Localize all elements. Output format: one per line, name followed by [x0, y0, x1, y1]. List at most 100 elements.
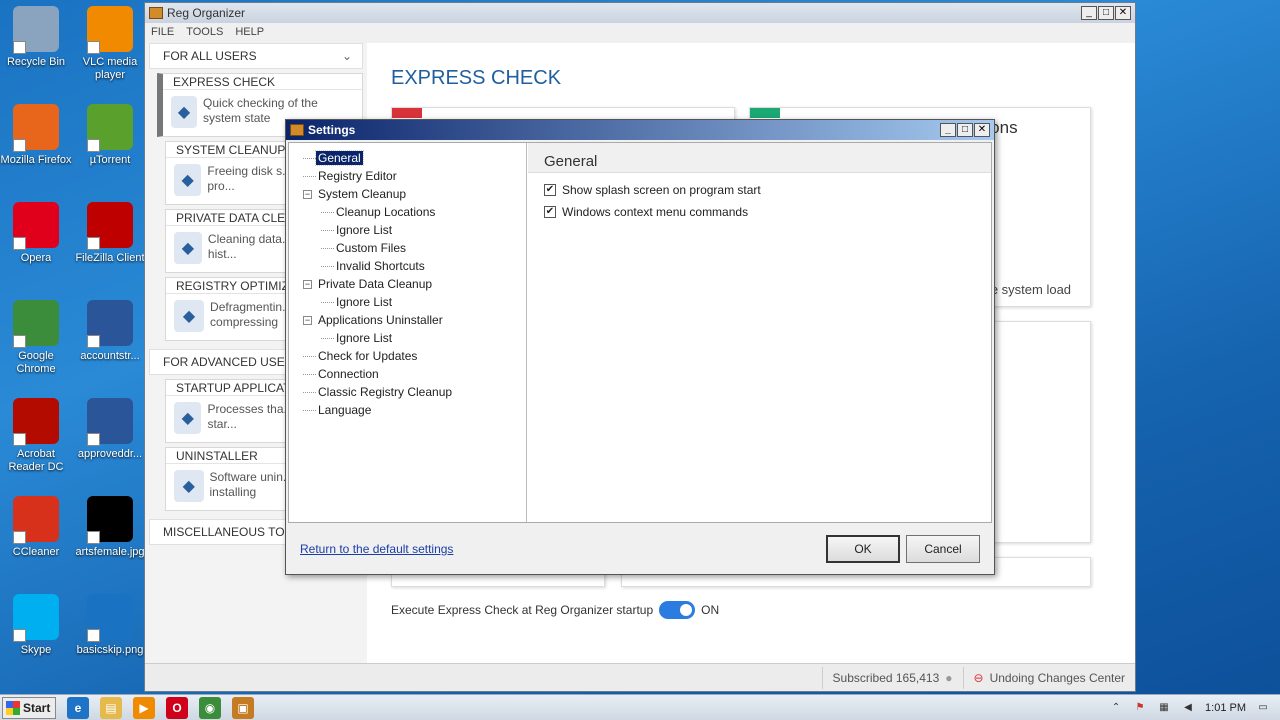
tree-item[interactable]: Ignore List [303, 293, 526, 311]
desktop-icon[interactable]: basicskip.png [74, 594, 146, 657]
tree-item-label: Custom Files [336, 241, 407, 255]
desktop-icon[interactable]: Opera [0, 202, 72, 265]
desktop-icon[interactable]: CCleaner [0, 496, 72, 559]
desktop-icon[interactable]: approveddr... [74, 398, 146, 461]
menu-help[interactable]: HELP [235, 26, 264, 38]
dialog-minimize-button[interactable]: _ [940, 123, 956, 137]
tree-item[interactable]: − System Cleanup [303, 185, 526, 203]
reset-defaults-link[interactable]: Return to the default settings [300, 542, 453, 556]
tree-collapse-icon[interactable]: − [303, 315, 312, 325]
tree-connector [321, 229, 334, 231]
maximize-button[interactable]: □ [1098, 6, 1114, 20]
tree-item-label: Cleanup Locations [336, 205, 436, 219]
ok-button[interactable]: OK [826, 535, 900, 563]
tree-connector [321, 301, 334, 303]
network-icon[interactable]: ▦ [1157, 701, 1171, 715]
tree-item[interactable]: Classic Registry Cleanup [303, 383, 526, 401]
desktop-icon[interactable]: Acrobat Reader DC [0, 398, 72, 474]
tree-item-label: Connection [318, 367, 379, 381]
menu-file[interactable]: FILE [151, 26, 174, 38]
tree-item[interactable]: Connection [303, 365, 526, 383]
tree-item[interactable]: Registry Editor [303, 167, 526, 185]
cancel-button[interactable]: Cancel [906, 535, 980, 563]
tree-item-label: Ignore List [336, 295, 393, 309]
reg-organizer-icon [149, 7, 163, 19]
checkbox-checked-icon[interactable]: ✔ [544, 184, 556, 196]
tree-item[interactable]: General [303, 149, 526, 167]
main-window-title: Reg Organizer [167, 6, 246, 20]
startup-flag-icon: ◆ [174, 402, 202, 434]
tree-collapse-icon[interactable]: − [303, 189, 312, 199]
tree-item-label: Language [318, 403, 372, 417]
option-splash-screen[interactable]: ✔ Show splash screen on program start [544, 183, 991, 197]
tree-item[interactable]: Check for Updates [303, 347, 526, 365]
startup-toggle-state: ON [701, 603, 720, 617]
start-button[interactable]: Start [2, 696, 56, 719]
dialog-close-button[interactable]: ✕ [974, 123, 990, 137]
media-player-icon[interactable]: ▶ [133, 696, 155, 719]
tree-connector [303, 355, 316, 357]
user-icon: ● [945, 670, 953, 685]
dialog-maximize-button[interactable]: □ [957, 123, 973, 137]
desktop-icon[interactable]: artsfemale.jpg [74, 496, 146, 559]
volume-icon[interactable]: ◀ [1181, 701, 1195, 715]
desktop-icon[interactable]: µTorrent [74, 104, 146, 167]
tree-connector [303, 157, 316, 159]
tree-connector [321, 337, 334, 339]
tree-connector [321, 265, 334, 267]
opera-icon[interactable]: O [166, 696, 188, 719]
privacy-icon: ◆ [174, 232, 202, 264]
ie-icon[interactable]: e [67, 696, 89, 719]
settings-pane: General ✔ Show splash screen on program … [528, 143, 991, 522]
word-doc-icon [87, 398, 133, 446]
tree-connector [321, 247, 334, 249]
tree-item[interactable]: − Private Data Cleanup [303, 275, 526, 293]
desktop-icon[interactable]: accountstr... [74, 300, 146, 363]
vlc-icon [87, 6, 133, 54]
clock[interactable]: 1:01 PM [1205, 702, 1246, 714]
utorrent-icon [87, 104, 133, 152]
show-desktop-icon[interactable]: ▭ [1256, 701, 1270, 715]
checkbox-checked-icon[interactable]: ✔ [544, 206, 556, 218]
close-button[interactable]: ✕ [1115, 6, 1131, 20]
tree-item[interactable]: Ignore List [303, 221, 526, 239]
tree-connector [303, 409, 316, 411]
undo-text: Undoing Changes Center [989, 670, 1125, 685]
flag-alert-icon[interactable]: ⚑ [1133, 701, 1147, 715]
desktop-icon[interactable]: FileZilla Client [74, 202, 146, 265]
undo-changes-button[interactable]: ⊖ Undoing Changes Center [962, 666, 1135, 689]
reg-organizer-icon [290, 124, 304, 136]
explorer-folder-icon[interactable]: ▤ [100, 696, 122, 719]
option-context-menu[interactable]: ✔ Windows context menu commands [544, 205, 991, 219]
chevron-up-icon[interactable]: ⌃ [1109, 701, 1123, 715]
tree-item[interactable]: Custom Files [303, 239, 526, 257]
reg-organizer-icon[interactable]: ▣ [232, 696, 254, 719]
desktop-icon[interactable]: Recycle Bin [0, 6, 72, 69]
desktop-icon[interactable]: Google Chrome [0, 300, 72, 376]
desktop-icon-label: Recycle Bin [6, 56, 66, 68]
tree-collapse-icon[interactable]: − [303, 279, 312, 289]
acrobat-icon [13, 398, 59, 446]
tree-connector [303, 391, 316, 393]
system-tray: ⌃ ⚑ ▦ ◀ 1:01 PM ▭ [1109, 701, 1280, 715]
section-for-all-users[interactable]: FOR ALL USERS ⌄ [149, 43, 363, 69]
menu-tools[interactable]: TOOLS [186, 26, 223, 38]
startup-toggle-switch[interactable] [659, 601, 696, 619]
ccleaner-icon [13, 496, 59, 544]
desktop-icon[interactable]: VLC media player [74, 6, 146, 82]
tree-item[interactable]: Language [303, 401, 526, 419]
chevron-down-icon: ⌄ [341, 49, 352, 63]
tree-item[interactable]: Ignore List [303, 329, 526, 347]
desktop-icon[interactable]: Mozilla Firefox [0, 104, 72, 167]
subscribed-counter[interactable]: Subscribed 165,413 ● [821, 666, 963, 689]
tree-item-label: Ignore List [336, 331, 393, 345]
magnifier-check-icon: ◆ [171, 96, 198, 128]
tree-item[interactable]: − Applications Uninstaller [303, 311, 526, 329]
uninstaller-box-icon: ◆ [174, 470, 204, 502]
tree-item[interactable]: Cleanup Locations [303, 203, 526, 221]
tree-item[interactable]: Invalid Shortcuts [303, 257, 526, 275]
settings-dialog: Settings _ □ ✕ General Registry Editor − Sy… [285, 119, 995, 575]
chrome-icon[interactable]: ◉ [199, 696, 221, 719]
minimize-button[interactable]: _ [1081, 6, 1097, 20]
desktop-icon[interactable]: Skype [0, 594, 72, 657]
